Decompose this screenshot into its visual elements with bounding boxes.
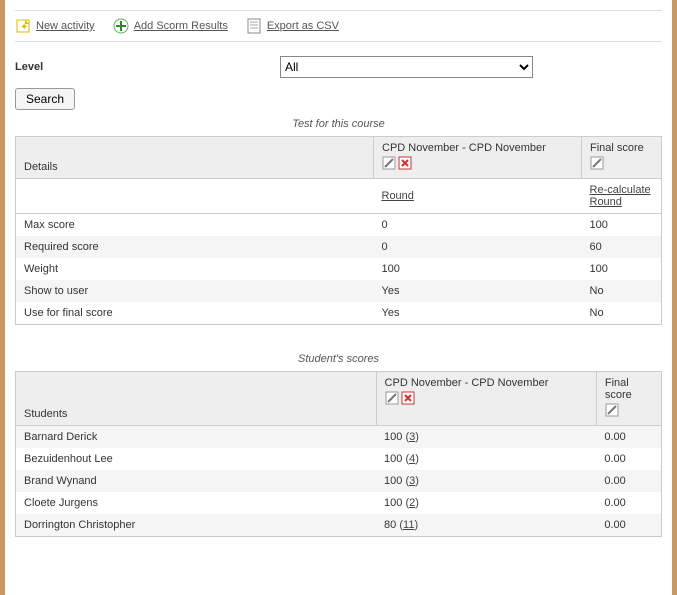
filter-row: Level All <box>15 56 662 78</box>
scores-table: Students CPD November - CPD November Fin <box>15 371 662 537</box>
th-cpd: CPD November - CPD November <box>374 137 582 179</box>
level-label: Level <box>15 61 280 73</box>
student-name: Barnard Derick <box>16 426 377 449</box>
row-cpd: Yes <box>374 302 582 325</box>
new-activity-link[interactable]: ✦ New activity <box>15 18 95 34</box>
th-students-label: Students <box>24 408 67 420</box>
table-row: Cloete Jurgens100 (2)0.00 <box>16 492 662 514</box>
student-score: 100 (4) <box>376 448 596 470</box>
row-label: Weight <box>16 258 374 280</box>
th-final: Final score <box>582 137 662 179</box>
row-cpd: Yes <box>374 280 582 302</box>
student-score: 100 (2) <box>376 492 596 514</box>
round-link-final[interactable]: Round <box>590 196 622 208</box>
table-row: Barnard Derick100 (3)0.00 <box>16 426 662 449</box>
row-final: 100 <box>582 214 662 237</box>
row-cpd: 0 <box>374 236 582 258</box>
student-final: 0.00 <box>596 470 661 492</box>
svg-text:✦: ✦ <box>20 22 28 33</box>
row-label: Show to user <box>16 280 374 302</box>
edit-icon[interactable] <box>382 156 396 173</box>
sub-final: Re-calculate Round <box>582 179 662 214</box>
th-cpd-label: CPD November - CPD November <box>382 142 546 154</box>
add-scorm-label: Add Scorm Results <box>134 20 228 32</box>
delete-icon[interactable] <box>401 391 415 408</box>
student-final: 0.00 <box>596 426 661 449</box>
edit-icon[interactable] <box>385 391 399 408</box>
add-scorm-link[interactable]: Add Scorm Results <box>113 18 228 34</box>
student-final: 0.00 <box>596 492 661 514</box>
table-row: Required score 0 60 <box>16 236 662 258</box>
round-link[interactable]: Round <box>382 190 414 202</box>
th-final-label: Final score <box>590 142 644 154</box>
scores-caption: Student's scores <box>15 353 662 365</box>
th-details: Details <box>16 137 374 179</box>
student-score: 80 (11) <box>376 514 596 537</box>
table-row: Max score 0 100 <box>16 214 662 237</box>
th-cpd2-label: CPD November - CPD November <box>385 377 549 389</box>
table-row: Show to user Yes No <box>16 280 662 302</box>
edit-icon[interactable] <box>605 403 619 420</box>
row-cpd: 0 <box>374 214 582 237</box>
th-cpd2: CPD November - CPD November <box>376 372 596 426</box>
sub-cpd: Round <box>374 179 582 214</box>
th-final2-label: Final score <box>605 377 632 401</box>
toolbar: ✦ New activity Add Scorm Results Export … <box>15 10 662 42</box>
table-row: Dorrington Christopher80 (11)0.00 <box>16 514 662 537</box>
th-final2: Final score <box>596 372 661 426</box>
table-row: Brand Wynand100 (3)0.00 <box>16 470 662 492</box>
search-button[interactable]: Search <box>15 88 75 110</box>
th-details-label: Details <box>24 161 58 173</box>
tests-table: Details CPD November - CPD November Fina <box>15 136 662 325</box>
tests-caption: Test for this course <box>15 118 662 130</box>
table-row: Use for final score Yes No <box>16 302 662 325</box>
level-select[interactable]: All <box>280 56 533 78</box>
row-final: No <box>582 280 662 302</box>
new-activity-icon: ✦ <box>15 18 31 34</box>
recalculate-link[interactable]: Re-calculate <box>590 184 651 196</box>
export-csv-label: Export as CSV <box>267 20 339 32</box>
student-name: Bezuidenhout Lee <box>16 448 377 470</box>
th-students: Students <box>16 372 377 426</box>
attempts-link[interactable]: 11 <box>403 519 414 531</box>
row-label: Required score <box>16 236 374 258</box>
student-final: 0.00 <box>596 448 661 470</box>
sub-empty <box>16 179 374 214</box>
student-score: 100 (3) <box>376 470 596 492</box>
edit-icon[interactable] <box>590 156 604 173</box>
new-activity-label: New activity <box>36 20 95 32</box>
student-name: Brand Wynand <box>16 470 377 492</box>
row-cpd: 100 <box>374 258 582 280</box>
table-row: Bezuidenhout Lee100 (4)0.00 <box>16 448 662 470</box>
row-label: Max score <box>16 214 374 237</box>
student-final: 0.00 <box>596 514 661 537</box>
row-final: 60 <box>582 236 662 258</box>
student-name: Cloete Jurgens <box>16 492 377 514</box>
plus-icon <box>113 18 129 34</box>
export-icon <box>246 18 262 34</box>
row-final: 100 <box>582 258 662 280</box>
delete-icon[interactable] <box>398 156 412 173</box>
row-final: No <box>582 302 662 325</box>
student-name: Dorrington Christopher <box>16 514 377 537</box>
export-csv-link[interactable]: Export as CSV <box>246 18 339 34</box>
student-score: 100 (3) <box>376 426 596 449</box>
row-label: Use for final score <box>16 302 374 325</box>
table-row: Weight 100 100 <box>16 258 662 280</box>
